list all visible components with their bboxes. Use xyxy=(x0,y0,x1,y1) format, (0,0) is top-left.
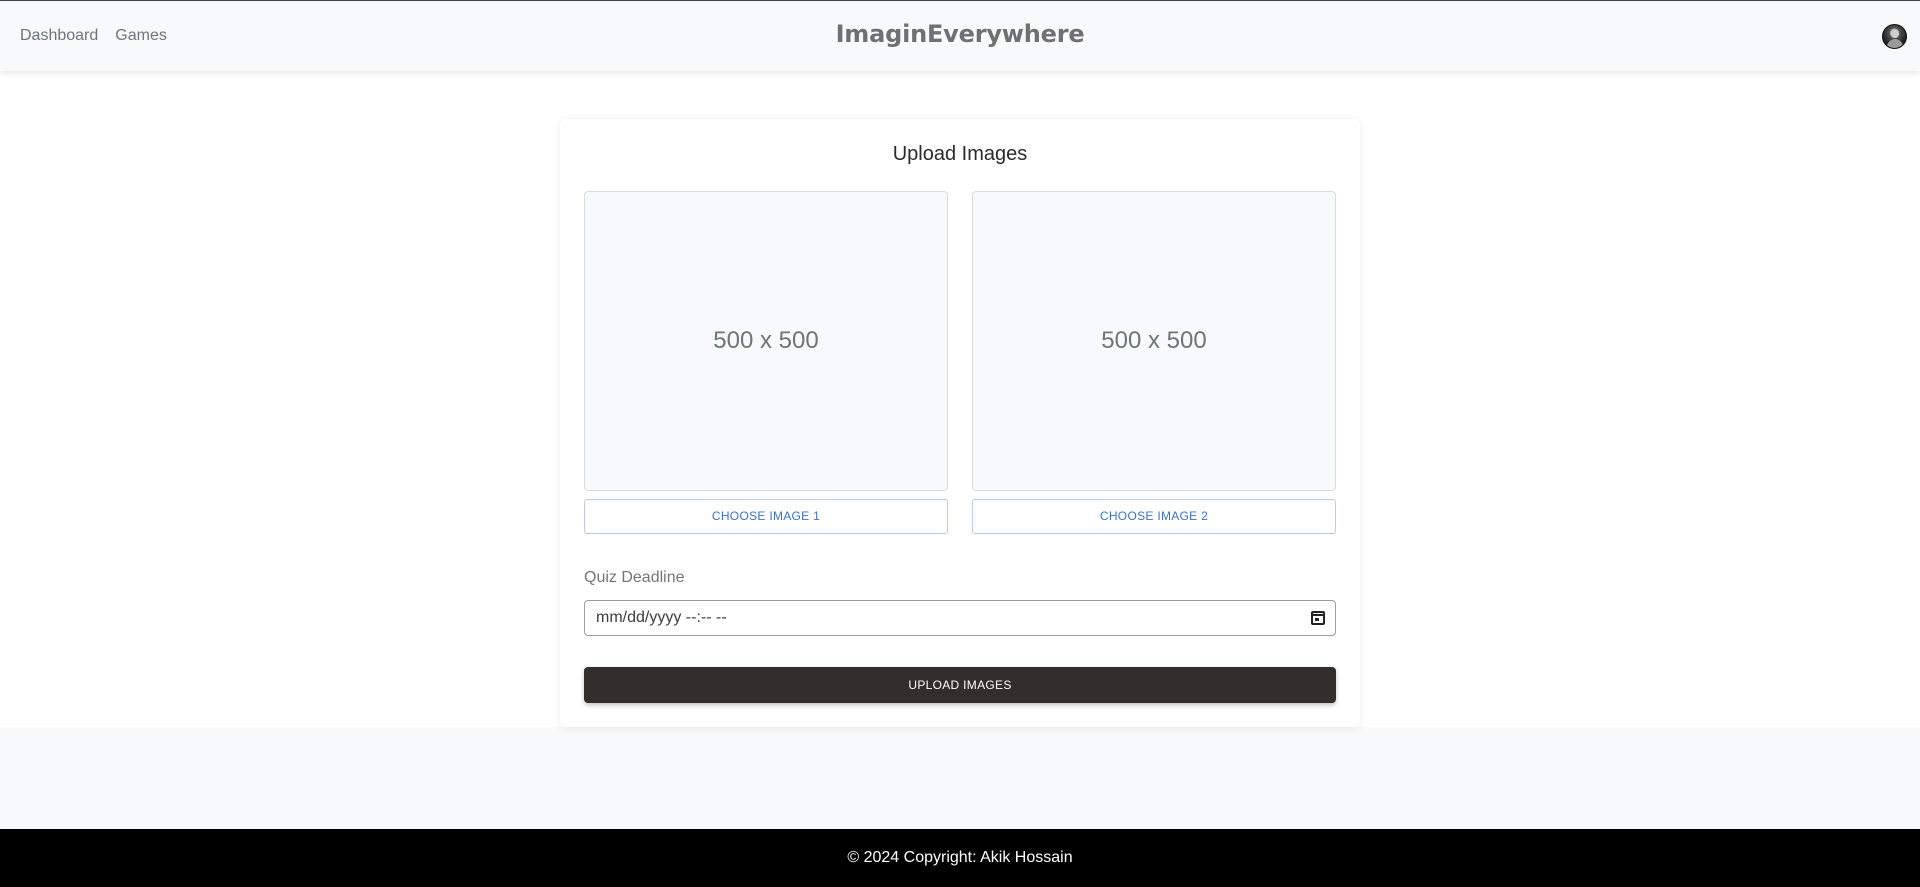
quiz-deadline-placeholder: mm/dd/yyyy --:-- -- xyxy=(596,609,727,626)
footer-copyright: © 2024 Copyright: Akik Hossain xyxy=(847,849,1073,866)
choose-image2-button[interactable]: CHOOSE IMAGE 2 xyxy=(972,499,1336,534)
choose-image1-button[interactable]: CHOOSE IMAGE 1 xyxy=(584,499,948,534)
image2-preview: 500 x 500 xyxy=(972,191,1336,491)
image1-placeholder-text: 500 x 500 xyxy=(713,327,819,354)
navbar: Dashboard Games ImaginEverywhere xyxy=(0,0,1920,71)
upload-images-button[interactable]: UPLOAD IMAGES xyxy=(584,667,1336,703)
upload-card: Upload Images 500 x 500 500 x 500 CHOOSE… xyxy=(560,119,1360,727)
quiz-deadline-label: Quiz Deadline xyxy=(584,569,685,586)
avatar-head xyxy=(1891,30,1899,38)
user-avatar[interactable] xyxy=(1882,24,1907,49)
calendar-icon[interactable] xyxy=(1311,611,1325,625)
image1-preview: 500 x 500 xyxy=(584,191,948,491)
brand-title[interactable]: ImaginEverywhere xyxy=(0,20,1920,48)
page-background-band xyxy=(0,727,1920,829)
quiz-deadline-input[interactable]: mm/dd/yyyy --:-- -- xyxy=(584,600,1336,636)
image2-placeholder-text: 500 x 500 xyxy=(1101,327,1207,354)
avatar-body xyxy=(1887,39,1903,48)
card-title: Upload Images xyxy=(892,143,1028,165)
footer: © 2024 Copyright: Akik Hossain xyxy=(0,829,1920,887)
